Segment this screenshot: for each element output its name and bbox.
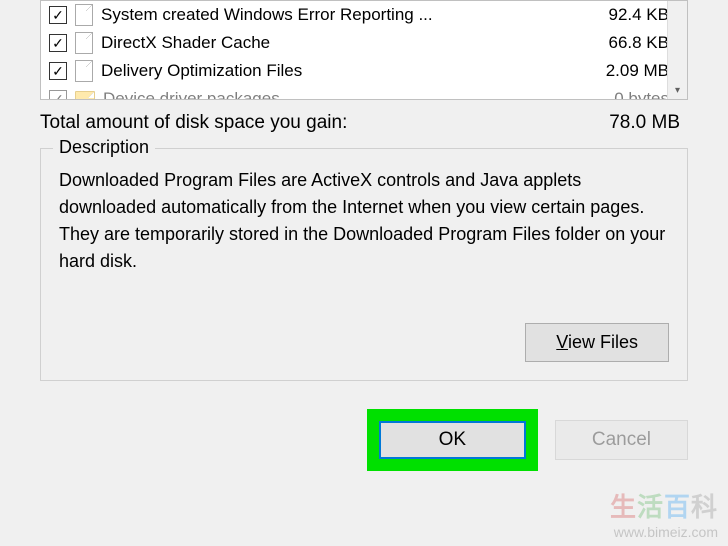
file-icon <box>75 32 93 54</box>
dialog-button-row: OK Cancel <box>0 399 728 471</box>
file-row[interactable]: ✓ DirectX Shader Cache 66.8 KB <box>41 29 687 57</box>
folder-icon <box>75 91 95 100</box>
description-title: Description <box>53 137 155 158</box>
file-size: 0 bytes <box>579 89 679 100</box>
file-row[interactable]: ✓ Device driver packages 0 bytes <box>41 85 687 100</box>
file-size: 92.4 KB <box>579 5 679 25</box>
file-name: Delivery Optimization Files <box>101 61 579 81</box>
description-group: Description Downloaded Program Files are… <box>40 148 688 381</box>
scroll-down-icon[interactable]: ▾ <box>668 81 687 99</box>
scrollbar[interactable]: ▾ <box>667 1 687 99</box>
description-text: Downloaded Program Files are ActiveX con… <box>59 167 669 275</box>
total-value: 78.0 MB <box>609 112 680 134</box>
file-row[interactable]: ✓ System created Windows Error Reporting… <box>41 1 687 29</box>
checkbox[interactable]: ✓ <box>49 90 67 100</box>
file-size: 2.09 MB <box>579 61 679 81</box>
ok-button[interactable]: OK <box>379 421 526 459</box>
file-icon <box>75 4 93 26</box>
cancel-button[interactable]: Cancel <box>555 420 688 460</box>
checkbox[interactable]: ✓ <box>49 34 67 52</box>
checkbox[interactable]: ✓ <box>49 6 67 24</box>
file-size: 66.8 KB <box>579 33 679 53</box>
view-files-button[interactable]: View Files <box>525 323 669 362</box>
file-name: Device driver packages <box>103 89 579 100</box>
file-name: DirectX Shader Cache <box>101 33 579 53</box>
ok-highlight: OK <box>367 409 538 471</box>
total-label: Total amount of disk space you gain: <box>40 112 347 134</box>
checkbox[interactable]: ✓ <box>49 62 67 80</box>
view-files-label: iew Files <box>568 332 638 352</box>
disk-cleanup-dialog: ✓ System created Windows Error Reporting… <box>0 0 728 546</box>
file-name: System created Windows Error Reporting .… <box>101 5 579 25</box>
file-list: ✓ System created Windows Error Reporting… <box>40 0 688 100</box>
file-row[interactable]: ✓ Delivery Optimization Files 2.09 MB <box>41 57 687 85</box>
file-icon <box>75 60 93 82</box>
